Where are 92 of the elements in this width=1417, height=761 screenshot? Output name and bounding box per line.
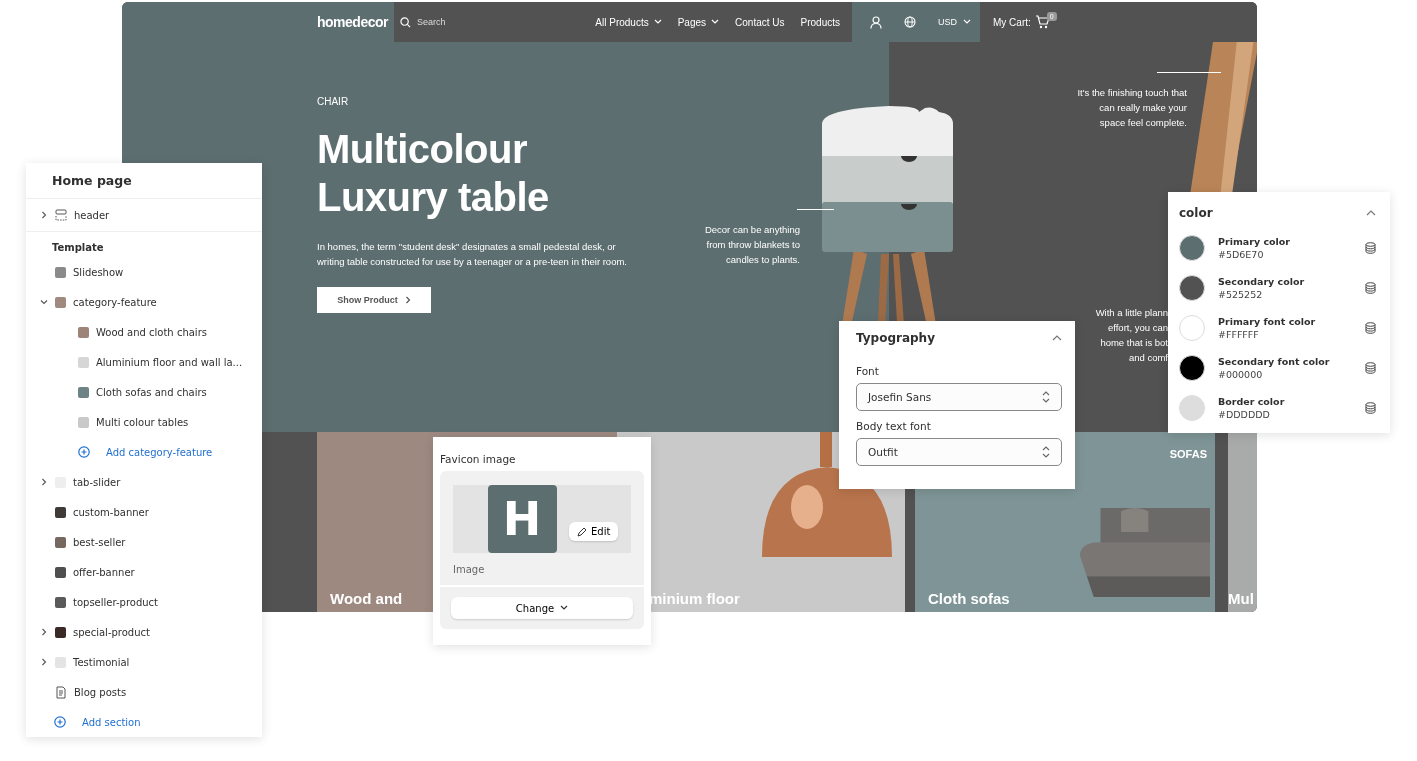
chevron-down-icon [963, 19, 971, 25]
pencil-icon [577, 526, 587, 537]
layout-icon [55, 209, 67, 221]
color-value: #000000 [1218, 369, 1264, 380]
color-label: Border color [1218, 396, 1286, 407]
callout-text: It's the finishing touch that can really make your space feel complete. [1077, 86, 1187, 130]
cart-icon[interactable] [1034, 15, 1050, 29]
color-value: #5D6E70 [1218, 249, 1265, 260]
up-down-chevron-icon [1042, 391, 1050, 403]
panel-title: Home page [26, 163, 262, 199]
chevron-right-icon[interactable] [40, 658, 48, 666]
color-value: #FFFFFF [1218, 329, 1260, 340]
nav-link[interactable]: Contact Us [735, 16, 785, 28]
field-label: Favicon image [440, 453, 517, 465]
color-swatch[interactable] [1179, 315, 1205, 341]
nav-link[interactable]: Pages [677, 16, 720, 28]
font-select[interactable]: Outfit [856, 438, 1062, 466]
section-item[interactable]: category-feature [26, 287, 262, 317]
leader-line [797, 209, 834, 210]
chevron-down-icon [560, 605, 569, 611]
nav-link[interactable]: Products [800, 16, 840, 28]
add-section-link[interactable]: Add section [26, 707, 262, 737]
database-icon[interactable] [1365, 362, 1376, 374]
database-icon[interactable] [1365, 322, 1376, 334]
block-item[interactable]: Aluminium floor and wall la... [26, 347, 262, 377]
color-swatch[interactable] [1179, 355, 1205, 381]
cart-label[interactable]: My Cart: [993, 16, 1031, 28]
search-icon [400, 16, 411, 28]
search-field[interactable]: Search [417, 17, 497, 27]
chevron-down-icon[interactable] [40, 298, 48, 306]
section-item[interactable]: custom-banner [26, 497, 262, 527]
chevron-right-icon[interactable] [40, 628, 48, 636]
add-block-link[interactable]: Add category-feature [26, 437, 262, 467]
edit-button[interactable]: Edit [569, 522, 619, 541]
chevron-up-icon[interactable] [1052, 335, 1062, 341]
block-item[interactable]: Cloth sofas and chairs [26, 377, 262, 407]
color-swatch[interactable] [1179, 235, 1205, 261]
image-caption: Image [453, 564, 486, 575]
chevron-up-icon[interactable] [1366, 210, 1376, 216]
section-item[interactable]: offer-banner [26, 557, 262, 587]
callout-text: Decor can be anything from throw blankets to candles to plants. [704, 223, 800, 267]
group-label: Template [51, 241, 105, 255]
hero-eyebrow: CHAIR [317, 96, 349, 107]
section-item[interactable]: Blog posts [26, 677, 262, 707]
plus-circle-icon [78, 446, 90, 458]
chevron-right-icon [404, 296, 411, 304]
category-title: Cloth sofas [928, 590, 1010, 607]
color-label: Secondary font color [1218, 356, 1331, 367]
color-swatch[interactable] [1179, 275, 1205, 301]
color-label: Primary color [1218, 236, 1292, 247]
chevron-right-icon[interactable] [40, 478, 48, 486]
panel-title: color [1179, 206, 1213, 220]
color-swatch[interactable] [1179, 395, 1205, 421]
section-item[interactable]: Testimonial [26, 647, 262, 677]
show-product-button[interactable]: Show Product [317, 287, 431, 313]
category-title: Wood and [330, 590, 403, 607]
nav-link[interactable]: All Products [595, 16, 662, 28]
section-item[interactable]: tab-slider [26, 467, 262, 497]
callout-text: With a little plann effort, you can home that is bot and comf [1095, 306, 1168, 365]
chevron-right-icon[interactable] [40, 211, 48, 219]
block-item[interactable]: Multi colour tables [26, 407, 262, 437]
globe-icon[interactable] [904, 16, 916, 28]
plus-circle-icon [54, 716, 66, 728]
database-icon[interactable] [1365, 242, 1376, 254]
hero-description: In homes, the term "student desk" designates a small pedestal desk, or writing table constructed for use by a teenager or a pre-teen in their room. [317, 240, 628, 269]
color-value: #DDDDDD [1218, 409, 1271, 420]
store-logo[interactable]: homedecor [317, 14, 394, 30]
color-value: #525252 [1218, 289, 1264, 300]
color-label: Secondary color [1218, 276, 1306, 287]
category-tag: SOFAS [1169, 448, 1207, 460]
hero-title: Multicolour Luxury table [317, 126, 550, 221]
up-down-chevron-icon [1042, 446, 1050, 458]
section-item[interactable]: header [26, 199, 262, 232]
user-icon[interactable] [870, 15, 882, 29]
document-icon [55, 685, 67, 699]
change-button[interactable]: Change [451, 597, 633, 619]
section-item[interactable]: topseller-product [26, 587, 262, 617]
field-label: Font [856, 365, 880, 377]
currency-selector[interactable]: USD [938, 17, 971, 27]
favicon-letter: H [487, 485, 557, 553]
section-item[interactable]: special-product [26, 617, 262, 647]
field-label: Body text font [856, 420, 932, 432]
category-title: Mul [1228, 590, 1254, 607]
section-item[interactable]: Slideshow [26, 257, 262, 287]
font-select[interactable]: Josefin Sans [856, 383, 1062, 411]
panel-title: Typography [856, 331, 935, 345]
database-icon[interactable] [1365, 282, 1376, 294]
block-item[interactable]: Wood and cloth chairs [26, 317, 262, 347]
database-icon[interactable] [1365, 402, 1376, 414]
leader-line [1157, 72, 1221, 73]
section-item[interactable]: best-seller [26, 527, 262, 557]
color-label: Primary font color [1218, 316, 1317, 327]
